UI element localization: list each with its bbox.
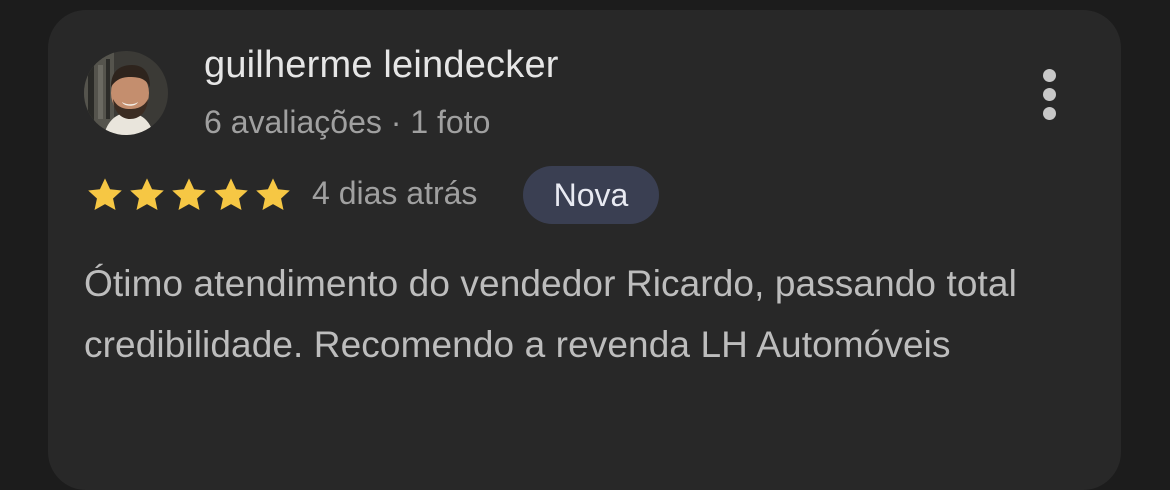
more-vert-icon-dot [1043, 88, 1056, 101]
star-icon [214, 178, 248, 211]
star-icon [88, 178, 122, 211]
author-meta: 6 avaliações · 1 foto [204, 104, 491, 140]
star-icon [256, 178, 290, 211]
more-options-button[interactable] [1026, 62, 1074, 126]
more-vert-icon-dot [1043, 107, 1056, 120]
avatar-image [84, 51, 168, 135]
avatar[interactable] [84, 51, 168, 135]
star-icon [130, 178, 164, 211]
more-vert-icon [1043, 69, 1056, 82]
review-time: 4 dias atrás [312, 175, 478, 211]
new-badge: Nova [523, 166, 659, 224]
review-text: Ótimo atendimento do vendedor Ricardo, p… [84, 263, 1017, 365]
star-icon [172, 178, 206, 211]
star-rating [84, 174, 294, 216]
author-name[interactable]: guilherme leindecker [204, 44, 559, 87]
